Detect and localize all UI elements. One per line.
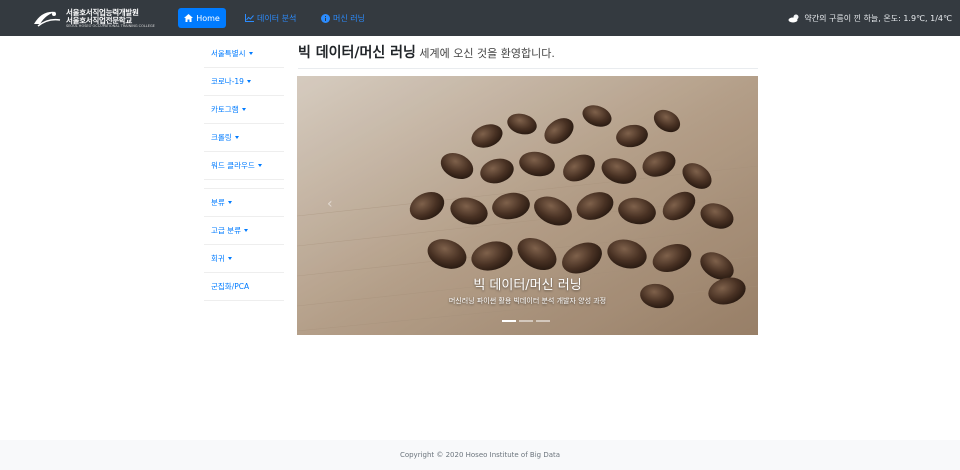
sidebar-item-label: 워드 클라우드 <box>211 161 255 170</box>
sidebar-item-regression[interactable]: 회귀 <box>204 245 284 273</box>
sidebar-item-clustering-pca[interactable]: 군집화/PCA <box>204 273 284 301</box>
logo-text-line3: SEOUL HOSEO OCCUPATIONAL TRAINING COLLEG… <box>66 24 155 28</box>
nav-home-button[interactable]: Home <box>178 8 226 28</box>
footer: Copyright © 2020 Hoseo Institute of Big … <box>0 440 960 470</box>
footer-copyright: Copyright © 2020 Hoseo Institute of Big … <box>399 451 561 459</box>
cloud-sun-icon <box>788 14 799 22</box>
school-logo[interactable]: 서울호서직업능력개발원 서울호서직업전문학교 SEOUL HOSEO OCCUP… <box>32 6 155 30</box>
nav-data-analysis-label: 데이터 분석 <box>257 13 297 23</box>
caret-down-icon <box>227 201 232 204</box>
carousel-indicator-3[interactable] <box>536 320 550 322</box>
logo-mark-icon <box>34 11 61 27</box>
carousel-indicator-2[interactable] <box>519 320 533 322</box>
caret-down-icon <box>243 229 248 232</box>
nav-machine-learning-label: 머신 러닝 <box>333 13 365 23</box>
carousel-caption: 빅 데이터/머신 러닝 <box>473 278 582 293</box>
carousel-prev-icon[interactable]: ‹ <box>327 196 333 212</box>
sidebar-item-label: 코로나-19 <box>211 77 244 86</box>
caret-down-icon <box>234 136 239 139</box>
carousel-indicators <box>502 320 550 322</box>
home-icon <box>184 14 194 22</box>
sidebar-item-label: 크롤링 <box>211 133 232 142</box>
sidebar-item-seoul[interactable]: 서울특별시 <box>204 40 284 68</box>
weather-text: 약간의 구름이 낀 하늘, 온도: 1.9℃, 1/4℃ <box>804 13 952 23</box>
caret-down-icon <box>257 164 262 167</box>
carousel-subcaption: 머신러닝 파이썬 활용 빅데이터 분석 개발자 양성 과정 <box>448 297 607 305</box>
sidebar: 서울특별시 코로나-19 카토그램 크롤링 워드 클라우드 분류 고급 분류 회… <box>204 40 284 301</box>
caret-down-icon <box>248 52 253 55</box>
info-circle-icon <box>321 13 330 23</box>
sidebar-item-covid19[interactable]: 코로나-19 <box>204 68 284 96</box>
sidebar-item-label: 군집화/PCA <box>211 282 250 291</box>
sidebar-item-crawling[interactable]: 크롤링 <box>204 124 284 152</box>
sidebar-item-label: 고급 분류 <box>211 226 241 235</box>
page-title-rest: 세계에 오신 것을 환영합니다. <box>415 47 555 60</box>
sidebar-item-label: 분류 <box>211 198 225 207</box>
hero-carousel[interactable]: ‹ 빅 데이터/머신 러닝 머신러닝 파이썬 활용 빅데이터 분석 개발자 양성… <box>297 76 758 335</box>
nav-machine-learning[interactable]: 머신 러닝 <box>321 8 365 28</box>
sidebar-item-label: 서울특별시 <box>211 49 246 58</box>
page-title-bold: 빅 데이터/머신 러닝 <box>298 45 416 61</box>
top-navbar: 서울호서직업능력개발원 서울호서직업전문학교 SEOUL HOSEO OCCUP… <box>0 0 960 36</box>
sidebar-divider <box>204 180 284 189</box>
caret-down-icon <box>246 80 251 83</box>
weather-widget: 약간의 구름이 낀 하늘, 온도: 1.9℃, 1/4℃ <box>788 8 952 28</box>
sidebar-item-wordcloud[interactable]: 워드 클라우드 <box>204 152 284 180</box>
caret-down-icon <box>241 108 246 111</box>
sidebar-item-classification[interactable]: 분류 <box>204 189 284 217</box>
nav-home-label: Home <box>196 13 220 23</box>
sidebar-item-advanced-classification[interactable]: 고급 분류 <box>204 217 284 245</box>
carousel-indicator-1[interactable] <box>502 320 516 322</box>
nav-data-analysis[interactable]: 데이터 분석 <box>245 8 296 28</box>
sidebar-item-label: 카토그램 <box>211 105 239 114</box>
page-title: 빅 데이터/머신 러닝 세계에 오신 것을 환영합니다. <box>298 42 758 69</box>
caret-down-icon <box>227 257 232 260</box>
chart-icon <box>245 14 254 22</box>
sidebar-item-cartogram[interactable]: 카토그램 <box>204 96 284 124</box>
sidebar-item-label: 회귀 <box>211 254 225 263</box>
